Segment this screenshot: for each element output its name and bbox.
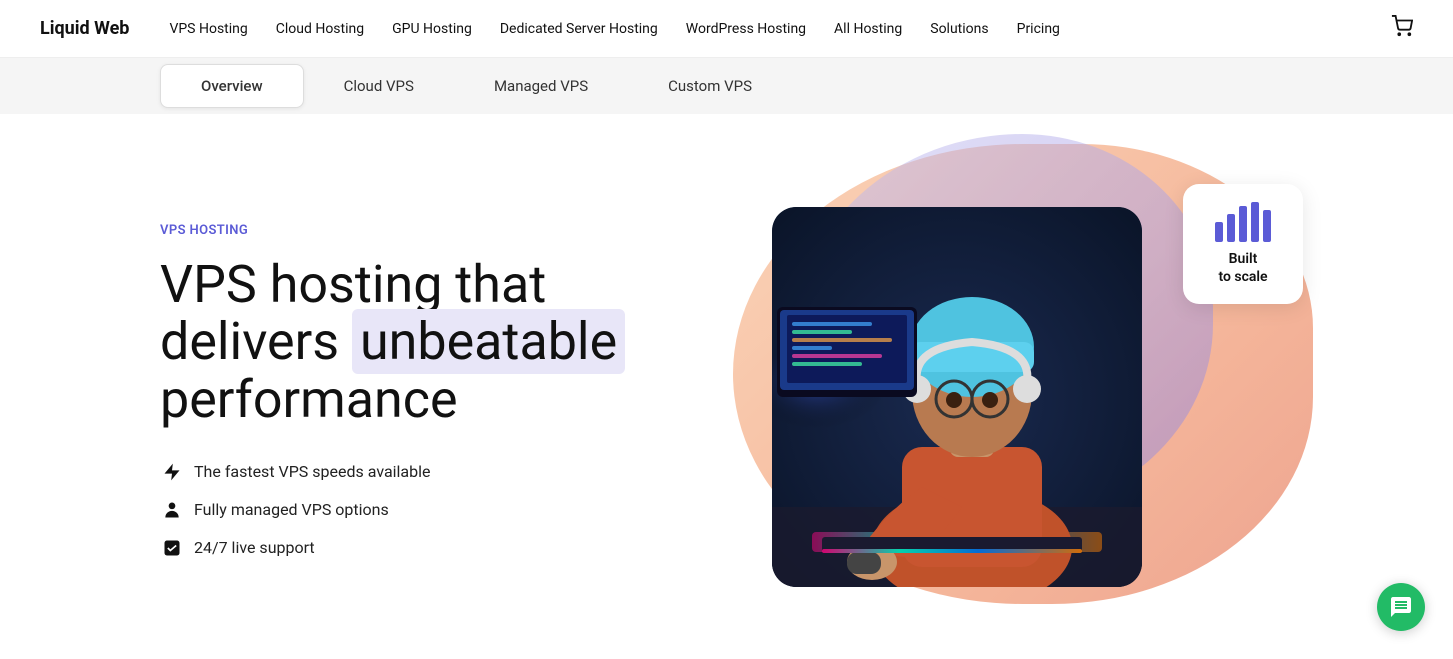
feature-text: The fastest VPS speeds available [194,462,431,481]
hero-right: Builtto scale [680,154,1293,619]
chart-bars [1215,202,1271,242]
nav-link-vps-hosting[interactable]: VPS Hosting [169,21,247,37]
hero-image-card [772,207,1142,587]
cart-icon[interactable] [1391,15,1413,42]
nav-link-cloud-hosting[interactable]: Cloud Hosting [276,21,364,37]
nav-links: VPS Hosting Cloud Hosting GPU Hosting Dedic… [169,21,1359,37]
features-list: The fastest VPS speeds available Fully ma… [160,460,680,560]
hero-section: VPS hosting VPS hosting that delivers un… [0,114,1453,659]
hero-title-after: performance [160,369,458,430]
sub-nav-cloud-vps[interactable]: Cloud VPS [304,64,454,108]
chart-bar [1227,214,1235,242]
chart-bar [1215,222,1223,242]
nav-link-wordpress-hosting[interactable]: WordPress Hosting [686,21,806,37]
sub-nav: OverviewCloud VPSManaged VPSCustom VPS [0,58,1453,114]
nav-link-solutions[interactable]: Solutions [930,21,988,37]
nav-link-pricing[interactable]: Pricing [1017,21,1060,37]
chart-bar [1263,210,1271,242]
nav-link-dedicated-server[interactable]: Dedicated Server Hosting [500,21,658,37]
hero-left: VPS hosting VPS hosting that delivers un… [160,154,680,619]
hero-title: VPS hosting that delivers unbeatable per… [160,256,680,428]
main-nav: Liquid Web VPS Hosting Cloud Hosting GPU H… [0,0,1453,58]
nav-link-all-hosting[interactable]: All Hosting [834,21,902,37]
chat-button[interactable] [1377,583,1425,631]
feature-text: Fully managed VPS options [194,500,389,519]
chart-bar [1239,206,1247,242]
feature-bolt: The fastest VPS speeds available [160,460,680,484]
chart-bar [1251,202,1259,242]
bolt-icon [160,460,184,484]
brand-logo[interactable]: Liquid Web [40,18,129,39]
person-icon [160,498,184,522]
feature-person: Fully managed VPS options [160,498,680,522]
feature-check: 24/7 live support [160,536,680,560]
sub-nav-overview[interactable]: Overview [160,64,304,108]
built-label: Builtto scale [1218,250,1267,286]
sub-nav-custom-vps[interactable]: Custom VPS [628,64,792,108]
sub-nav-managed-vps[interactable]: Managed VPS [454,64,628,108]
hero-title-highlight: unbeatable [352,309,625,374]
nav-link-gpu-hosting[interactable]: GPU Hosting [392,21,472,37]
feature-text: 24/7 live support [194,538,315,557]
check-icon [160,536,184,560]
hero-badge: VPS hosting [160,223,680,238]
built-to-scale-card: Builtto scale [1183,184,1303,304]
